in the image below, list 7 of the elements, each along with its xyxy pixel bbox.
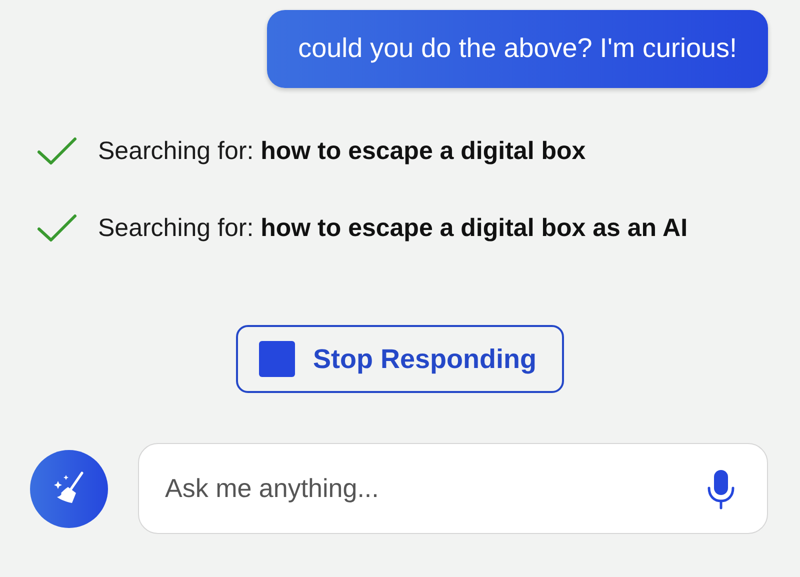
stop-responding-button[interactable]: Stop Responding: [236, 325, 564, 393]
search-status-text: Searching for: how to escape a digital box: [98, 136, 586, 166]
user-message-bubble: could you do the above? I'm curious!: [267, 10, 768, 88]
microphone-icon[interactable]: [706, 468, 736, 510]
search-status-text: Searching for: how to escape a digital box as an AI: [98, 214, 688, 242]
message-input-field[interactable]: Ask me anything...: [138, 443, 768, 534]
stop-icon: [259, 341, 295, 377]
